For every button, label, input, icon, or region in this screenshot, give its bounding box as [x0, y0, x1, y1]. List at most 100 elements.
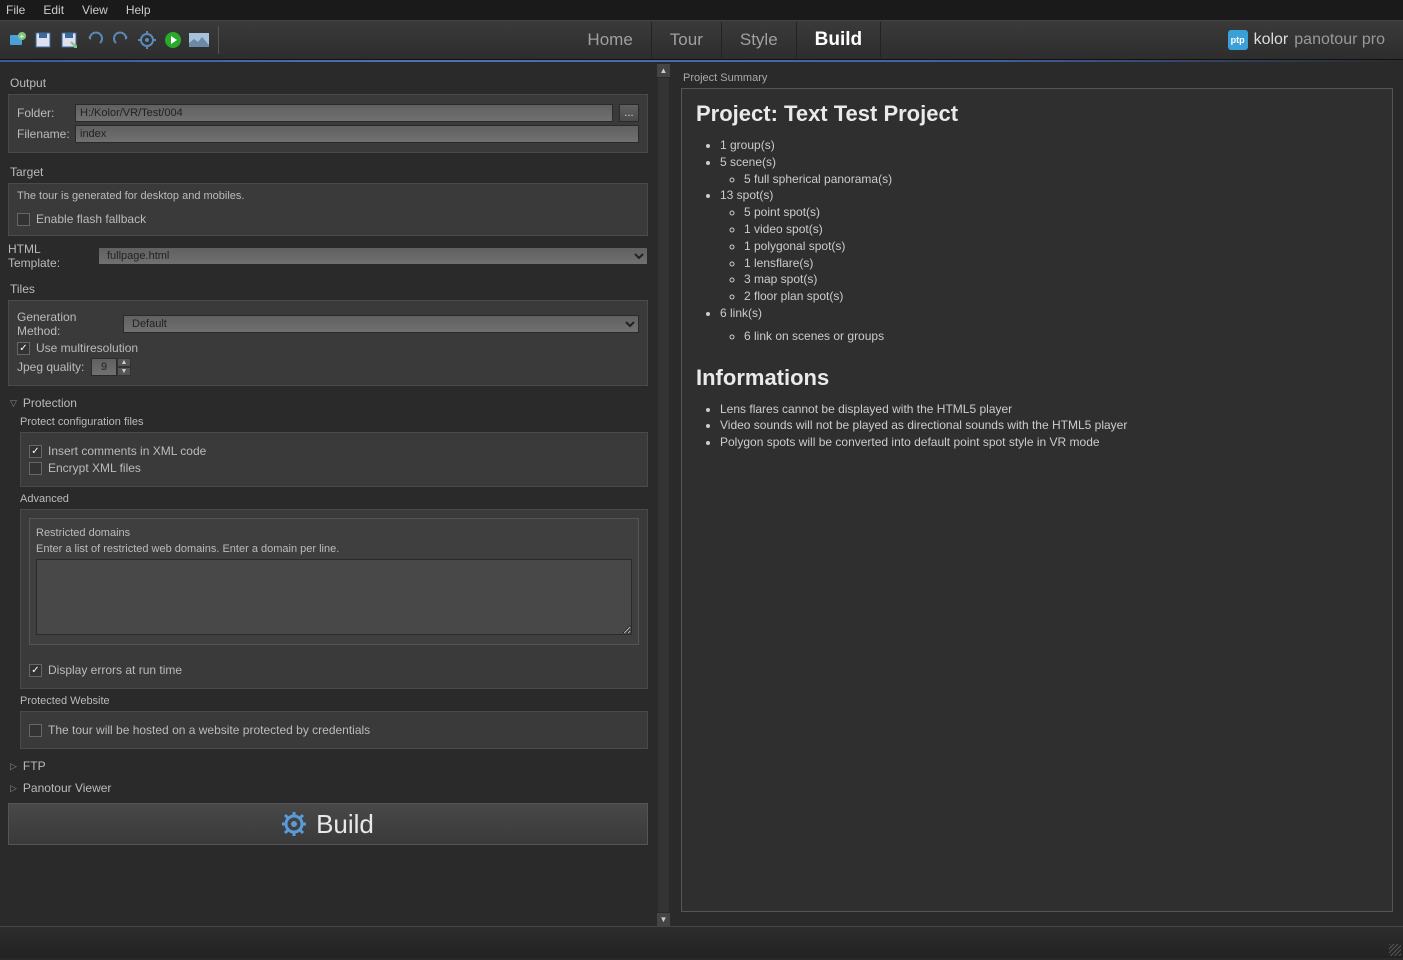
- target-panel: The tour is generated for desktop and mo…: [8, 183, 648, 236]
- restricted-domains-input[interactable]: [36, 559, 632, 635]
- gen-method-select[interactable]: Default: [123, 315, 639, 333]
- protected-website-label: The tour will be hosted on a website pro…: [48, 723, 370, 737]
- settings-icon[interactable]: [136, 29, 158, 51]
- protect-config-panel: Insert comments in XML code Encrypt XML …: [20, 432, 648, 487]
- image-icon[interactable]: [188, 29, 210, 51]
- chevron-right-icon: ▷: [10, 761, 17, 772]
- insert-comments-label: Insert comments in XML code: [48, 444, 206, 458]
- html-template-label: HTML Template:: [8, 242, 92, 270]
- save-icon[interactable]: [32, 29, 54, 51]
- jpeg-quality-input[interactable]: [91, 358, 117, 376]
- folder-label: Folder:: [17, 106, 69, 120]
- advanced-panel: Restricted domains Enter a list of restr…: [20, 509, 648, 689]
- display-errors-checkbox[interactable]: [29, 664, 42, 677]
- multires-label: Use multiresolution: [36, 341, 138, 355]
- target-info-text: The tour is generated for desktop and mo…: [17, 190, 639, 202]
- build-run-icon[interactable]: [162, 29, 184, 51]
- jpeg-quality-stepper[interactable]: ▲▼: [91, 358, 131, 376]
- target-section-title: Target: [8, 159, 648, 183]
- summary-spot-1: 5 point spot(s): [744, 204, 1378, 221]
- summary-links-sub: 6 link on scenes or groups: [744, 328, 1378, 345]
- chevron-right-icon: ▷: [10, 783, 17, 794]
- project-summary-box: Project: Text Test Project 1 group(s) 5 …: [681, 88, 1393, 912]
- folder-input[interactable]: [75, 104, 613, 122]
- tab-tour[interactable]: Tour: [652, 22, 722, 58]
- jpeg-up-icon[interactable]: ▲: [117, 358, 131, 367]
- html-template-select[interactable]: fullpage.html: [98, 247, 648, 265]
- summary-scenes-sub: 5 full spherical panorama(s): [744, 171, 1378, 188]
- undo-icon[interactable]: [84, 29, 106, 51]
- tab-home[interactable]: Home: [569, 22, 651, 58]
- restricted-help: Enter a list of restricted web domains. …: [36, 543, 632, 555]
- status-bar: [0, 926, 1403, 958]
- scroll-up-icon[interactable]: ▲: [657, 64, 670, 77]
- encrypt-xml-label: Encrypt XML files: [48, 461, 141, 475]
- menu-view[interactable]: View: [82, 3, 108, 17]
- brand-name-2: panotour pro: [1294, 31, 1385, 49]
- tiles-panel: Generation Method: Default Use multireso…: [8, 300, 648, 386]
- brand-name-1: kolor: [1254, 31, 1289, 49]
- tab-style[interactable]: Style: [722, 22, 797, 58]
- left-scrollbar[interactable]: ▲ ▼: [656, 64, 671, 926]
- multires-checkbox[interactable]: [17, 342, 30, 355]
- right-panel: Project Summary Project: Text Test Proje…: [671, 64, 1403, 926]
- svg-text:+: +: [20, 32, 25, 41]
- tab-build[interactable]: Build: [797, 22, 882, 58]
- protect-config-title: Protect configuration files: [20, 416, 648, 428]
- flash-fallback-label: Enable flash fallback: [36, 212, 146, 226]
- save-as-icon[interactable]: [58, 29, 80, 51]
- summary-scenes: 5 scene(s) 5 full spherical panorama(s): [720, 154, 1378, 188]
- resize-grip-icon[interactable]: [1389, 944, 1401, 956]
- menu-bar: File Edit View Help: [0, 0, 1403, 20]
- build-button-label: Build: [316, 809, 374, 840]
- protection-accordion-header[interactable]: ▽ Protection: [8, 392, 648, 414]
- ftp-accordion-header[interactable]: ▷ FTP: [8, 755, 648, 777]
- brand-logo-icon: ptp: [1228, 30, 1248, 50]
- advanced-title: Advanced: [20, 493, 648, 505]
- menu-edit[interactable]: Edit: [43, 3, 64, 17]
- summary-groups: 1 group(s): [720, 137, 1378, 154]
- panotour-viewer-accordion-header[interactable]: ▷ Panotour Viewer: [8, 777, 648, 799]
- jpeg-down-icon[interactable]: ▼: [117, 367, 131, 376]
- left-panel: Output Folder: ... Filename: Target The …: [0, 64, 656, 926]
- restricted-domains-panel: Restricted domains Enter a list of restr…: [29, 518, 639, 645]
- output-section-title: Output: [8, 70, 648, 94]
- summary-links: 6 link(s) 6 link on scenes or groups: [720, 305, 1378, 345]
- encrypt-xml-checkbox[interactable]: [29, 462, 42, 475]
- jpeg-quality-label: Jpeg quality:: [17, 360, 85, 374]
- new-project-icon[interactable]: +: [6, 29, 28, 51]
- output-panel: Folder: ... Filename:: [8, 94, 648, 153]
- summary-spot-6: 2 floor plan spot(s): [744, 288, 1378, 305]
- tiles-section-title: Tiles: [8, 276, 648, 300]
- info-1: Lens flares cannot be displayed with the…: [720, 401, 1378, 418]
- filename-label: Filename:: [17, 127, 69, 141]
- build-button[interactable]: Build: [8, 803, 648, 845]
- filename-input[interactable]: [75, 125, 639, 143]
- brand: ptp kolor panotour pro: [1228, 30, 1397, 50]
- flash-fallback-checkbox[interactable]: [17, 213, 30, 226]
- chevron-down-icon: ▽: [10, 398, 17, 409]
- summary-spot-5: 3 map spot(s): [744, 271, 1378, 288]
- summary-spots: 13 spot(s) 5 point spot(s) 1 video spot(…: [720, 187, 1378, 305]
- protected-website-title: Protected Website: [20, 695, 648, 707]
- insert-comments-checkbox[interactable]: [29, 445, 42, 458]
- protected-website-checkbox[interactable]: [29, 724, 42, 737]
- project-summary-title: Project Summary: [681, 72, 1393, 84]
- restricted-title: Restricted domains: [36, 527, 632, 539]
- redo-icon[interactable]: [110, 29, 132, 51]
- header-underline: [0, 60, 1403, 62]
- info-3: Polygon spots will be converted into def…: [720, 434, 1378, 451]
- info-2: Video sounds will not be played as direc…: [720, 417, 1378, 434]
- summary-spot-2: 1 video spot(s): [744, 221, 1378, 238]
- toolbar-separator: [218, 26, 219, 54]
- scroll-down-icon[interactable]: ▼: [657, 913, 670, 926]
- menu-file[interactable]: File: [6, 3, 25, 17]
- menu-help[interactable]: Help: [126, 3, 151, 17]
- gen-method-label: Generation Method:: [17, 310, 117, 338]
- ftp-title: FTP: [23, 759, 46, 773]
- panotour-viewer-title: Panotour Viewer: [23, 781, 112, 795]
- folder-browse-button[interactable]: ...: [619, 104, 639, 122]
- scroll-track[interactable]: [658, 78, 669, 912]
- display-errors-label: Display errors at run time: [48, 663, 182, 677]
- summary-spot-4: 1 lensflare(s): [744, 255, 1378, 272]
